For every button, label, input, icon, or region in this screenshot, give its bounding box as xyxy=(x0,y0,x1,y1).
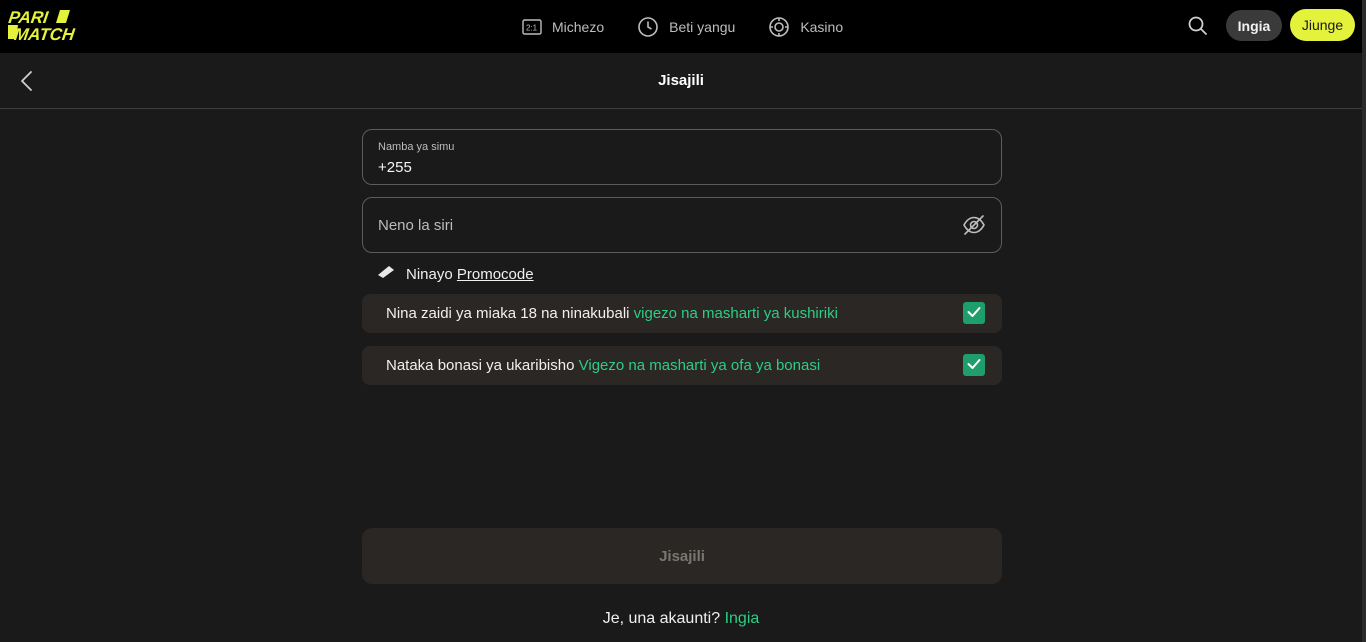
scoreboard-icon: 2:1 xyxy=(522,18,542,35)
phone-number-label: Namba ya simu xyxy=(378,141,455,153)
phone-number-field[interactable]: Namba ya simu +255 xyxy=(362,129,1002,185)
login-prompt-text: Je, una akaunti? xyxy=(602,610,721,627)
nav-item-michezo[interactable]: 2:1 Michezo xyxy=(522,19,604,35)
login-prompt: Je, una akaunti? Ingia xyxy=(0,610,1362,628)
promocode-prefix: Ninayo xyxy=(406,265,453,283)
promocode-link[interactable]: Promocode xyxy=(457,266,534,283)
eye-off-icon[interactable] xyxy=(962,214,986,236)
join-button[interactable]: Jiunge xyxy=(1290,9,1355,41)
bonus-text: Nataka bonasi ya ukaribisho xyxy=(386,357,575,374)
login-button[interactable]: Ingia xyxy=(1226,10,1282,41)
page-title: Jisajili xyxy=(658,72,704,89)
checkmark-icon xyxy=(967,305,981,322)
nav-item-beti-yangu[interactable]: Beti yangu xyxy=(637,16,735,38)
main-nav: 2:1 Michezo Beti yangu Kasino xyxy=(522,0,876,53)
phone-number-value[interactable]: +255 xyxy=(378,159,412,176)
casino-chip-icon xyxy=(768,16,790,38)
checkmark-icon xyxy=(967,357,981,374)
clock-icon xyxy=(637,16,659,38)
nav-item-label: Michezo xyxy=(552,18,605,35)
bonus-consent-row[interactable]: Nataka bonasi ya ukaribisho Vigezo na ma… xyxy=(362,346,1002,385)
nav-item-label: Beti yangu xyxy=(669,18,736,35)
promocode-toggle[interactable]: Ninayo Promocode xyxy=(377,265,534,283)
parimatch-logo[interactable]: PARI MATCH xyxy=(8,8,112,42)
register-submit-button[interactable]: Jisajili xyxy=(362,528,1002,584)
password-placeholder[interactable]: Neno la siri xyxy=(378,217,453,234)
bonus-terms-link[interactable]: Vigezo na masharti ya ofa ya bonasi xyxy=(579,357,821,374)
bonus-checkbox[interactable] xyxy=(963,354,985,376)
page-header: Jisajili xyxy=(0,53,1362,109)
nav-item-label: Kasino xyxy=(800,18,844,35)
login-link[interactable]: Ingia xyxy=(725,610,760,627)
search-icon[interactable] xyxy=(1186,14,1210,38)
scrollbar[interactable] xyxy=(1362,0,1366,642)
svg-text:MATCH: MATCH xyxy=(13,25,76,42)
ticket-icon xyxy=(377,265,395,283)
terms-checkbox[interactable] xyxy=(963,302,985,324)
terms-link[interactable]: vigezo na masharti ya kushiriki xyxy=(634,305,838,322)
nav-item-kasino[interactable]: Kasino xyxy=(768,16,843,38)
terms-text: Nina zaidi ya miaka 18 na ninakubali xyxy=(386,305,630,322)
password-field[interactable]: Neno la siri xyxy=(362,197,1002,253)
terms-consent-row[interactable]: Nina zaidi ya miaka 18 na ninakubali vig… xyxy=(362,294,1002,333)
top-navigation-bar: PARI MATCH 2:1 Michezo Beti yangu Kasino xyxy=(0,0,1366,53)
svg-text:2:1: 2:1 xyxy=(526,23,538,32)
